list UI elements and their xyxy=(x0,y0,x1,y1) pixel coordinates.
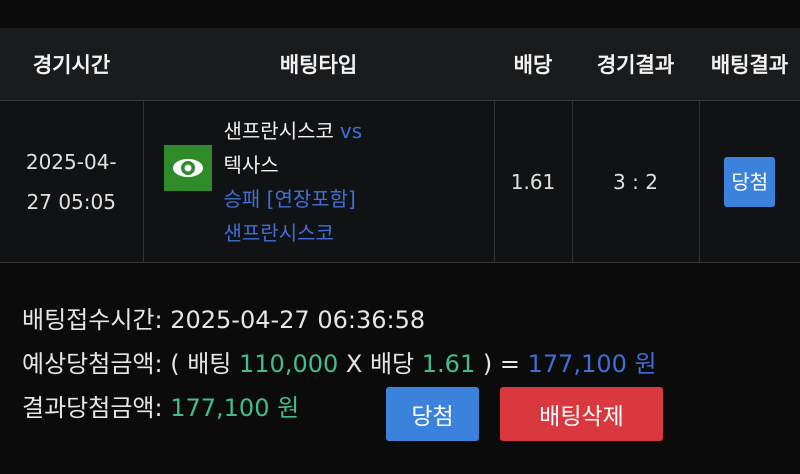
bet-detail-page: 경기시간 배팅타입 배당 경기결과 배팅결과 2025-04- 27 05:05 xyxy=(0,0,800,474)
score-cell: 3 : 2 xyxy=(572,100,700,263)
header-game-result: 경기결과 xyxy=(572,28,699,101)
accepted-time-value: 2025-04-27 06:36:58 xyxy=(170,306,426,334)
accepted-time-line: 배팅접수시간: 2025-04-27 06:36:58 xyxy=(22,298,657,342)
table-row: 2025-04- 27 05:05 샌프란시스코 vs 텍사스 승패 [연장포함… xyxy=(0,100,800,263)
table-header-row: 경기시간 배팅타입 배당 경기결과 배팅결과 xyxy=(0,28,800,101)
accepted-time-label: 배팅접수시간: xyxy=(22,306,163,334)
team-home: 샌프란시스코 xyxy=(223,118,334,143)
header-odds: 배당 xyxy=(494,28,572,101)
vs-label: vs xyxy=(339,118,363,143)
bet-type-wrap: 샌프란시스코 vs 텍사스 승패 [연장포함] 샌프란시스코 xyxy=(144,114,494,250)
header-bet-type: 배팅타입 xyxy=(143,28,494,101)
top-strip xyxy=(0,0,800,28)
win-button[interactable]: 당첨 xyxy=(386,387,479,441)
odds-value: 1.61 xyxy=(421,350,476,378)
expected-amount-line: 예상당첨금액: ( 배팅 110,000 X 배당 1.61 ) = 177,1… xyxy=(22,342,657,386)
match-teams-line: 샌프란시스코 vs xyxy=(224,114,363,148)
pick-label: 샌프란시스코 xyxy=(223,220,334,245)
stake-amount: 110,000 xyxy=(239,350,339,378)
result-amount-label: 결과당첨금액: xyxy=(22,394,163,422)
bet-type-cell: 샌프란시스코 vs 텍사스 승패 [연장포함] 샌프란시스코 xyxy=(143,100,495,263)
game-time-cell: 2025-04- 27 05:05 xyxy=(0,100,144,263)
game-date: 2025-04- xyxy=(25,149,117,174)
bet-type-lines: 샌프란시스코 vs 텍사스 승패 [연장포함] 샌프란시스코 xyxy=(224,114,363,250)
expected-amount-value: 177,100 원 xyxy=(527,350,657,378)
odds-cell: 1.61 xyxy=(494,100,573,263)
equals-sign: ) = xyxy=(482,350,520,378)
market-label: 승패 [연장포함] xyxy=(223,186,356,211)
expected-amount-label: 예상당첨금액: xyxy=(22,350,163,378)
bet-table: 경기시간 배팅타입 배당 경기결과 배팅결과 2025-04- 27 05:05 xyxy=(0,28,800,263)
header-game-time: 경기시간 xyxy=(0,28,143,101)
team-away: 텍사스 xyxy=(223,152,279,177)
delete-bet-button[interactable]: 배팅삭제 xyxy=(500,387,663,441)
result-amount-value: 177,100 원 xyxy=(170,394,300,422)
status-badge: 당첨 xyxy=(724,156,776,207)
header-bet-result: 배팅결과 xyxy=(699,28,800,101)
odds-prefix: X 배당 xyxy=(345,350,415,378)
game-clock: 27 05:05 xyxy=(26,189,116,214)
eye-icon[interactable] xyxy=(163,144,212,191)
bet-result-cell: 당첨 xyxy=(699,100,800,263)
stake-prefix: ( 배팅 xyxy=(170,350,232,378)
